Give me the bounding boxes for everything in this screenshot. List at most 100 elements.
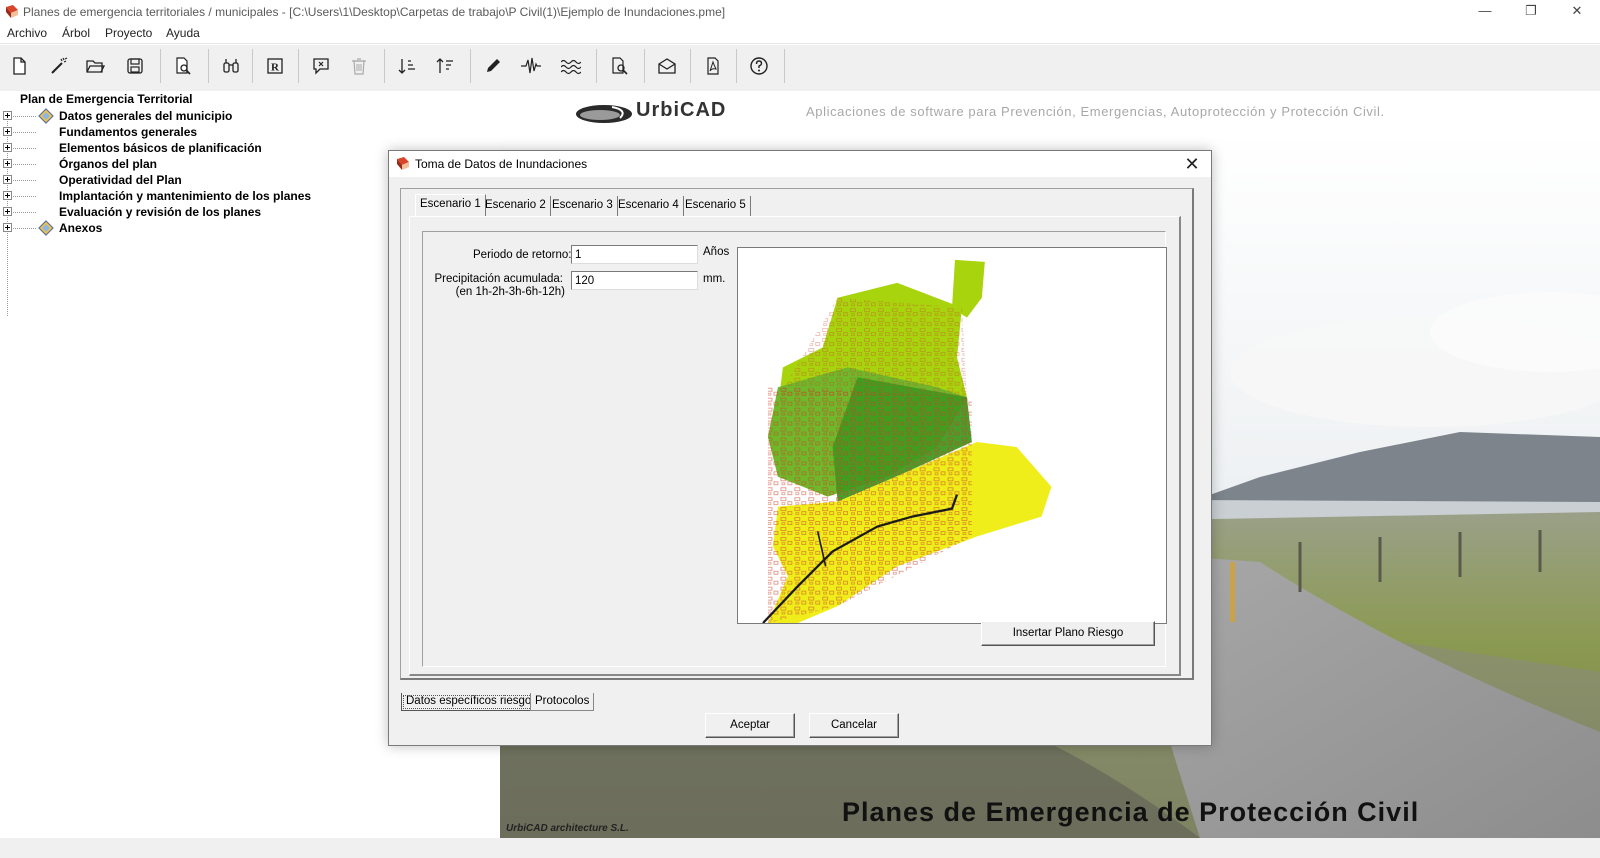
tree-item-organos[interactable]: Órganos del plan xyxy=(0,156,360,172)
comment-button[interactable] xyxy=(306,51,336,81)
toolbar-separator xyxy=(252,49,253,83)
expand-icon[interactable] xyxy=(3,127,12,136)
print-preview-icon xyxy=(612,57,628,75)
expand-icon[interactable] xyxy=(3,207,12,216)
minimize-button[interactable]: — xyxy=(1462,0,1508,24)
tree-item-datos-generales[interactable]: Datos generales del municipio xyxy=(0,108,360,124)
dialog-close-button[interactable]: ✕ xyxy=(1181,153,1203,175)
toolbar-separator xyxy=(736,49,737,83)
tree-item-evaluacion[interactable]: Evaluación y revisión de los planes xyxy=(0,204,360,220)
cancel-button[interactable]: Cancelar xyxy=(809,713,899,738)
menu-arbol[interactable]: Árbol xyxy=(62,26,90,40)
toolbar: R xyxy=(0,45,1600,91)
insert-risk-map-button[interactable]: Insertar Plano Riesgo xyxy=(981,621,1155,646)
water-waves-icon xyxy=(561,59,581,75)
binoculars-icon xyxy=(223,59,239,73)
sort-up-button[interactable] xyxy=(430,51,460,81)
comment-icon xyxy=(313,58,329,75)
wizard-button[interactable] xyxy=(44,51,74,81)
report-button[interactable]: R xyxy=(260,51,290,81)
expand-icon[interactable] xyxy=(3,175,12,184)
folder-diamond-icon xyxy=(38,108,54,124)
precipitacion-input[interactable] xyxy=(571,271,698,290)
restore-button[interactable]: ❐ xyxy=(1508,0,1554,24)
save-icon xyxy=(127,58,143,74)
r-box-icon: R xyxy=(267,58,283,74)
tree-connector xyxy=(13,228,36,229)
search-button[interactable] xyxy=(216,51,246,81)
seismic-button[interactable] xyxy=(516,51,546,81)
open-button[interactable] xyxy=(80,51,110,81)
edit-button[interactable] xyxy=(478,51,508,81)
tab-escenario-4[interactable]: Escenario 4 xyxy=(614,196,684,216)
close-icon: ✕ xyxy=(1571,3,1583,18)
periodo-label: Periodo de retorno: xyxy=(473,249,572,261)
tree-item-label: Fundamentos generales xyxy=(59,125,198,139)
expand-icon[interactable] xyxy=(3,191,12,200)
brand-tagline: Aplicaciones de software para Prevención… xyxy=(806,104,1385,119)
flood-button[interactable] xyxy=(556,51,586,81)
print-preview-button[interactable] xyxy=(604,51,634,81)
sort-up-icon xyxy=(436,58,453,73)
accept-button[interactable]: Aceptar xyxy=(705,713,795,738)
folder-diamond-icon xyxy=(38,220,54,236)
preview-button[interactable] xyxy=(168,51,198,81)
tree-item-fundamentos[interactable]: Fundamentos generales xyxy=(0,124,360,140)
tree-item-label: Datos generales del municipio xyxy=(59,109,233,123)
tab-protocolos[interactable]: Protocolos xyxy=(530,693,595,711)
save-button[interactable] xyxy=(120,51,150,81)
window-title: Planes de emergencia territoriales / mun… xyxy=(23,5,726,19)
menu-proyecto[interactable]: Proyecto xyxy=(105,26,152,40)
help-icon xyxy=(750,57,768,75)
precipitacion-sublabel: (en 1h-2h-3h-6h-12h) xyxy=(455,286,565,298)
tab-datos-especificos[interactable]: Datos específicos riesgo xyxy=(401,693,537,711)
close-icon: ✕ xyxy=(1184,154,1200,174)
periodo-unit: Años xyxy=(703,246,730,258)
close-window-button[interactable]: ✕ xyxy=(1554,0,1600,24)
expand-icon[interactable] xyxy=(3,159,12,168)
dialog-titlebar: Toma de Datos de Inundaciones ✕ xyxy=(389,151,1211,177)
risk-map xyxy=(737,247,1167,624)
menu-ayuda[interactable]: Ayuda xyxy=(166,26,200,40)
restore-icon: ❐ xyxy=(1525,3,1537,18)
app-book-icon xyxy=(397,157,409,170)
tree-item-anexos[interactable]: Anexos xyxy=(0,220,360,236)
dialog-title: Toma de Datos de Inundaciones xyxy=(415,157,588,171)
expand-icon[interactable] xyxy=(3,111,12,120)
tree-item-label: Órganos del plan xyxy=(59,157,158,171)
toolbar-separator xyxy=(784,49,785,83)
precipitacion-unit: mm. xyxy=(703,273,726,285)
mail-button[interactable] xyxy=(652,51,682,81)
tree-item-label: Operatividad del Plan xyxy=(59,173,182,187)
new-button[interactable] xyxy=(4,51,34,81)
menu-archivo[interactable]: Archivo xyxy=(7,26,47,40)
tree-item-elementos[interactable]: Elementos básicos de planificación xyxy=(0,140,360,156)
tree-connector xyxy=(13,132,36,133)
tree-root[interactable]: Plan de Emergencia Territorial xyxy=(20,92,193,106)
tree-item-operatividad[interactable]: Operatividad del Plan xyxy=(0,172,360,188)
delete-button[interactable] xyxy=(344,51,374,81)
help-button[interactable] xyxy=(744,51,774,81)
expand-icon[interactable] xyxy=(3,223,12,232)
tree-item-implantacion[interactable]: Implantación y mantenimiento de los plan… xyxy=(0,188,360,204)
tab-escenario-5[interactable]: Escenario 5 xyxy=(681,196,751,216)
minimize-icon: — xyxy=(1478,3,1492,18)
sort-down-button[interactable] xyxy=(392,51,422,81)
tab-escenario-2[interactable]: Escenario 2 xyxy=(481,196,551,216)
toolbar-separator xyxy=(384,49,385,83)
mail-icon xyxy=(658,58,676,74)
app-book-icon xyxy=(6,5,18,18)
periodo-input[interactable] xyxy=(571,245,698,264)
toolbar-separator xyxy=(596,49,597,83)
menu-bar: Archivo Árbol Proyecto Ayuda xyxy=(0,24,1600,44)
pdf-button[interactable] xyxy=(698,51,728,81)
tree-connector xyxy=(13,116,36,117)
pencil-icon xyxy=(487,59,500,72)
brand-name: UrbiCAD xyxy=(636,99,727,121)
expand-icon[interactable] xyxy=(3,143,12,152)
flood-data-dialog: Toma de Datos de Inundaciones ✕ Escenari… xyxy=(388,150,1212,746)
tree-connector xyxy=(13,180,36,181)
tab-escenario-3[interactable]: Escenario 3 xyxy=(548,196,618,216)
background-title: Planes de Emergencia de Protección Civil xyxy=(842,797,1420,827)
tab-escenario-1[interactable]: Escenario 1 xyxy=(415,194,486,217)
